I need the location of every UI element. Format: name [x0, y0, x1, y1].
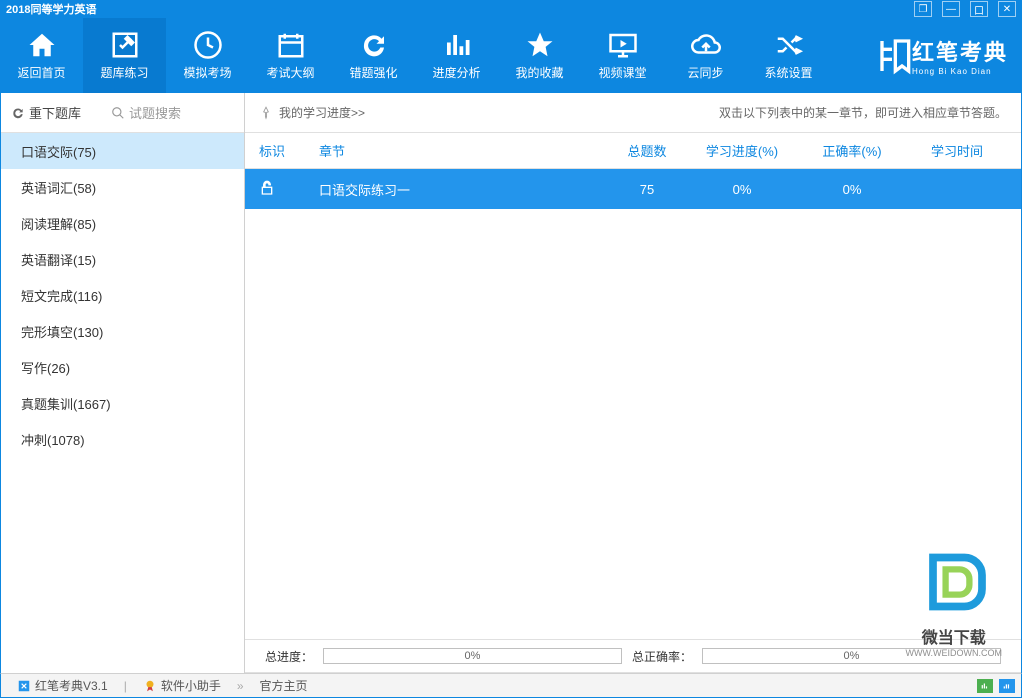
status-helper[interactable]: 软件小助手 [133, 677, 231, 694]
header-time: 学习时间 [907, 141, 1007, 160]
sidebar-item-6[interactable]: 写作(26) [1, 349, 244, 385]
watermark-logo [919, 547, 989, 617]
app-icon [17, 679, 31, 693]
minimize-button[interactable]: — [942, 1, 960, 17]
sidebar: 重下题库 试题搜索 口语交际(75) 英语词汇(58) 阅读理解(85) 英语翻… [1, 93, 245, 673]
search-label: 试题搜索 [129, 103, 181, 122]
sidebar-item-2[interactable]: 阅读理解(85) [1, 205, 244, 241]
brand-icon [872, 36, 912, 76]
row-total: 75 [607, 182, 687, 197]
brand: 红笔考典 Hong Bi Kao Dian [872, 18, 1022, 93]
nav-settings-label: 系统设置 [764, 64, 812, 81]
sidebar-item-8[interactable]: 冲刺(1078) [1, 421, 244, 457]
status-sep-2: » [231, 679, 250, 693]
nav-home-label: 返回首页 [17, 64, 65, 81]
header-chapter: 章节 [319, 141, 607, 160]
row-correct: 0% [797, 182, 907, 197]
chart-icon [442, 30, 472, 60]
reload-label: 重下题库 [29, 103, 81, 122]
progress-header: 我的学习进度>> 双击以下列表中的某一章节，即可进入相应章节答题。 [245, 93, 1021, 133]
watermark: 微当下载 WWW.WEIDOWN.COM [906, 547, 1002, 658]
nav-practice[interactable]: 题库练习 [83, 18, 166, 93]
table-row[interactable]: 口语交际练习一 75 0% 0% [245, 169, 1021, 209]
maximize-button[interactable]: 口 [970, 1, 988, 17]
status-home[interactable]: 官方主页 [250, 677, 318, 694]
nav-errors[interactable]: 错题强化 [332, 18, 415, 93]
status-badge-blue[interactable] [999, 679, 1015, 693]
nav-video[interactable]: 视频课堂 [581, 18, 664, 93]
status-badge-green[interactable] [977, 679, 993, 693]
sidebar-item-4[interactable]: 短文完成(116) [1, 277, 244, 313]
nav-syllabus[interactable]: 考试大纲 [249, 18, 332, 93]
search-questions-button[interactable]: 试题搜索 [111, 103, 181, 122]
calendar-icon [276, 30, 306, 60]
progress-title[interactable]: 我的学习进度>> [259, 104, 365, 121]
nav-practice-label: 题库练习 [100, 64, 148, 81]
total-correct-label: 总正确率： [632, 648, 692, 665]
status-right [977, 679, 1015, 693]
nav-video-label: 视频课堂 [598, 64, 646, 81]
nav-home[interactable]: 返回首页 [0, 18, 83, 93]
star-icon [525, 30, 555, 60]
unlock-icon [259, 180, 275, 196]
nav-sync[interactable]: 云同步 [664, 18, 747, 93]
brand-main: 红笔考典 [912, 40, 1008, 65]
close-button[interactable]: ✕ [998, 1, 1016, 17]
progress-hint: 双击以下列表中的某一章节，即可进入相应章节答题。 [719, 104, 1007, 121]
nav-errors-label: 错题强化 [349, 64, 397, 81]
header-mark: 标识 [259, 141, 319, 160]
medal-icon [143, 679, 157, 693]
row-chapter: 口语交际练习一 [319, 180, 607, 199]
nav-progress[interactable]: 进度分析 [415, 18, 498, 93]
row-progress: 0% [687, 182, 797, 197]
nav-favorites-label: 我的收藏 [515, 64, 563, 81]
nav-sync-label: 云同步 [687, 64, 723, 81]
content: 重下题库 试题搜索 口语交际(75) 英语词汇(58) 阅读理解(85) 英语翻… [0, 93, 1022, 673]
sidebar-header: 重下题库 试题搜索 [1, 93, 244, 133]
table-header: 标识 章节 总题数 学习进度(%) 正确率(%) 学习时间 [245, 133, 1021, 169]
sidebar-item-0[interactable]: 口语交际(75) [1, 133, 244, 169]
total-progress-bar: 0% [323, 648, 622, 664]
header-correct: 正确率(%) [797, 141, 907, 160]
cloud-icon [691, 30, 721, 60]
refresh-icon [359, 30, 389, 60]
titlebar: 2018同等学力英语 ❐ — 口 ✕ [0, 0, 1022, 18]
nav-progress-label: 进度分析 [432, 64, 480, 81]
status-sep-1: | [118, 679, 133, 693]
row-mark [259, 180, 319, 199]
sidebar-item-1[interactable]: 英语词汇(58) [1, 169, 244, 205]
main-toolbar: 返回首页 题库练习 模拟考场 考试大纲 错题强化 进度分析 我的收藏 视频课堂 … [0, 18, 1022, 93]
nav-favorites[interactable]: 我的收藏 [498, 18, 581, 93]
sidebar-item-5[interactable]: 完形填空(130) [1, 313, 244, 349]
watermark-text: 微当下载 [906, 624, 1002, 648]
titlebar-text: 2018同等学力英语 [6, 1, 96, 17]
watermark-url: WWW.WEIDOWN.COM [906, 648, 1002, 658]
home-icon [27, 30, 57, 60]
clock-icon [193, 30, 223, 60]
brand-sub: Hong Bi Kao Dian [912, 67, 1008, 76]
window-controls: ❐ — 口 ✕ [914, 1, 1016, 17]
sidebar-item-3[interactable]: 英语翻译(15) [1, 241, 244, 277]
pin-icon [259, 106, 273, 120]
statusbar: 红笔考典V3.1 | 软件小助手 » 官方主页 [0, 673, 1022, 698]
nav-mock-exam[interactable]: 模拟考场 [166, 18, 249, 93]
sidebar-item-7[interactable]: 真题集训(1667) [1, 385, 244, 421]
search-icon [111, 106, 125, 120]
nav-settings[interactable]: 系统设置 [747, 18, 830, 93]
total-progress-label: 总进度： [265, 648, 313, 665]
nav-mock-label: 模拟考场 [183, 64, 231, 81]
shuffle-icon [774, 30, 804, 60]
nav-syllabus-label: 考试大纲 [266, 64, 314, 81]
header-progress: 学习进度(%) [687, 141, 797, 160]
status-app[interactable]: 红笔考典V3.1 [7, 677, 118, 694]
reload-library-button[interactable]: 重下题库 [11, 103, 81, 122]
header-total: 总题数 [607, 141, 687, 160]
restore-button[interactable]: ❐ [914, 1, 932, 17]
reload-icon [11, 106, 25, 120]
edit-icon [110, 30, 140, 60]
monitor-icon [608, 30, 638, 60]
